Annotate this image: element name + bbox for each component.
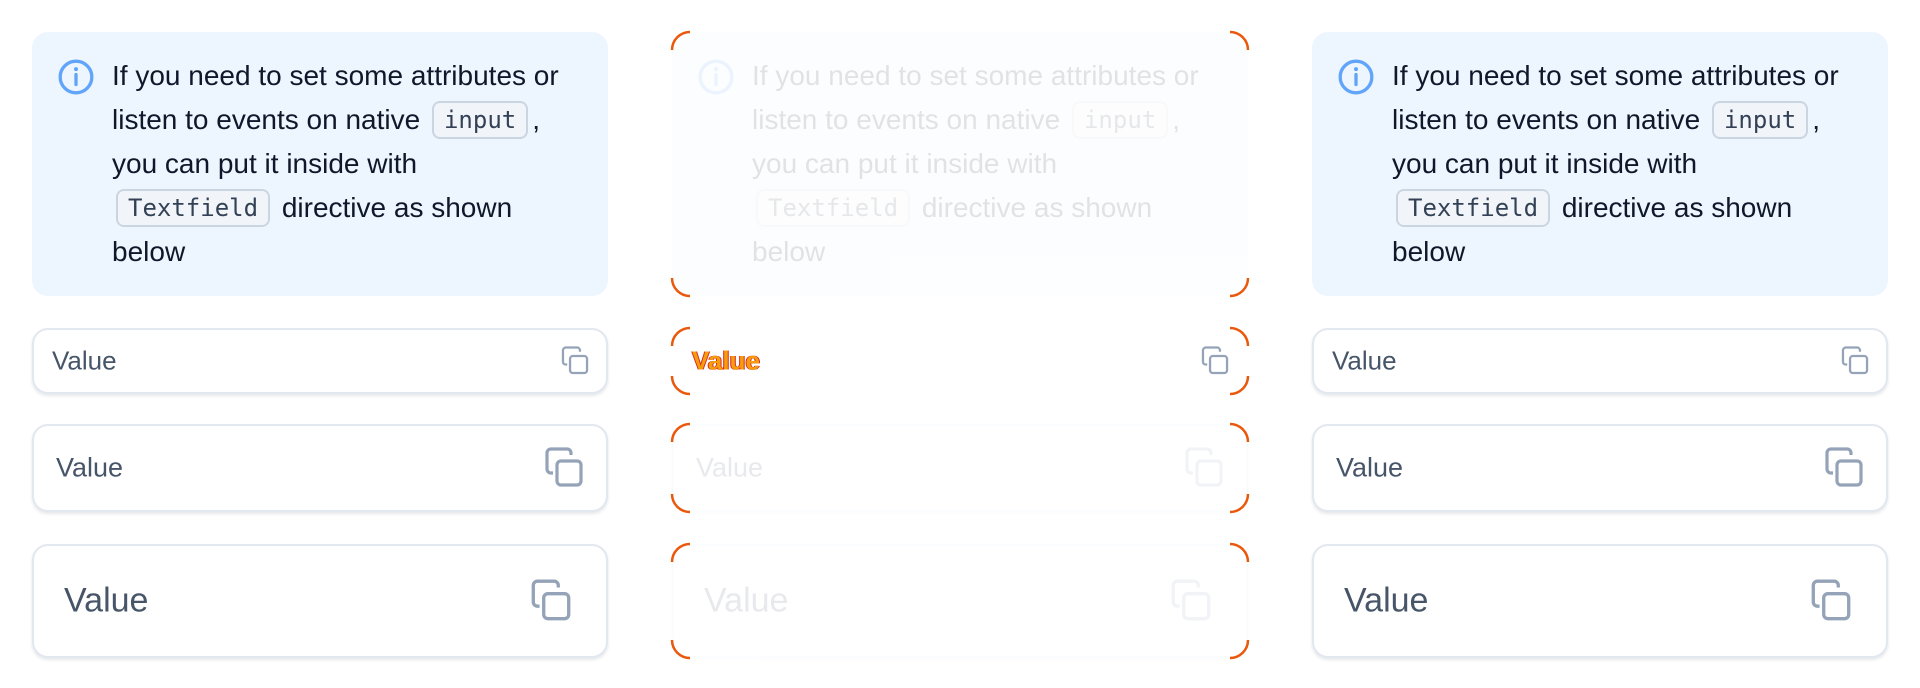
textfield-large[interactable]: Value xyxy=(1312,544,1888,658)
copy-icon[interactable] xyxy=(1198,344,1232,378)
info-alert: If you need to set some attributes or li… xyxy=(672,32,1248,296)
info-circle-icon xyxy=(1338,59,1374,95)
textfield-medium-value[interactable]: Value xyxy=(696,453,763,484)
textfield-large[interactable]: Value xyxy=(672,544,1248,658)
copy-icon[interactable] xyxy=(526,576,576,626)
info-alert: If you need to set some attributes or li… xyxy=(1312,32,1888,296)
info-circle-icon xyxy=(58,59,94,95)
textfield-medium[interactable]: Value xyxy=(672,424,1248,512)
copy-icon[interactable] xyxy=(540,444,588,492)
textfield-large-value[interactable]: Value xyxy=(1344,582,1428,621)
textfield-large[interactable]: Value xyxy=(32,544,608,658)
textfield-small-value[interactable]: Value xyxy=(692,346,760,377)
copy-icon[interactable] xyxy=(1806,576,1856,626)
textfield-panel-2: If you need to set some attributes or li… xyxy=(640,0,1280,688)
textfield-small[interactable]: Value xyxy=(32,328,608,394)
textfield-large-value[interactable]: Value xyxy=(64,582,148,621)
input-code-tag: input xyxy=(1711,101,1809,139)
alert-message: If you need to set some attributes or li… xyxy=(112,54,592,274)
alert-message: If you need to set some attributes or li… xyxy=(1392,54,1872,274)
textfield-small[interactable]: Value xyxy=(1312,328,1888,394)
textfield-medium[interactable]: Value xyxy=(32,424,608,512)
textfield-code-tag: Textfield xyxy=(1396,189,1551,227)
textfield-code-tag: Textfield xyxy=(756,189,911,227)
alert-message: If you need to set some attributes or li… xyxy=(752,54,1232,274)
copy-icon[interactable] xyxy=(1838,344,1872,378)
textfield-small[interactable]: Value xyxy=(672,328,1248,394)
textfield-small-value[interactable]: Value xyxy=(52,346,117,377)
stage: If you need to set some attributes or li… xyxy=(0,0,1920,688)
info-alert: If you need to set some attributes or li… xyxy=(32,32,608,296)
textfield-medium-value[interactable]: Value xyxy=(56,453,123,484)
textfield-small-value[interactable]: Value xyxy=(1332,346,1397,377)
copy-icon[interactable] xyxy=(1180,444,1228,492)
textfield-medium[interactable]: Value xyxy=(1312,424,1888,512)
copy-icon[interactable] xyxy=(1820,444,1868,492)
input-code-tag: input xyxy=(1071,101,1169,139)
copy-icon[interactable] xyxy=(558,344,592,378)
textfield-panel-3: If you need to set some attributes or li… xyxy=(1280,0,1920,688)
copy-icon[interactable] xyxy=(1166,576,1216,626)
info-circle-icon xyxy=(698,59,734,95)
textfield-code-tag: Textfield xyxy=(116,189,271,227)
input-code-tag: input xyxy=(431,101,529,139)
textfield-panel-1: If you need to set some attributes or li… xyxy=(0,0,640,688)
textfield-large-value[interactable]: Value xyxy=(704,582,788,621)
textfield-medium-value[interactable]: Value xyxy=(1336,453,1403,484)
